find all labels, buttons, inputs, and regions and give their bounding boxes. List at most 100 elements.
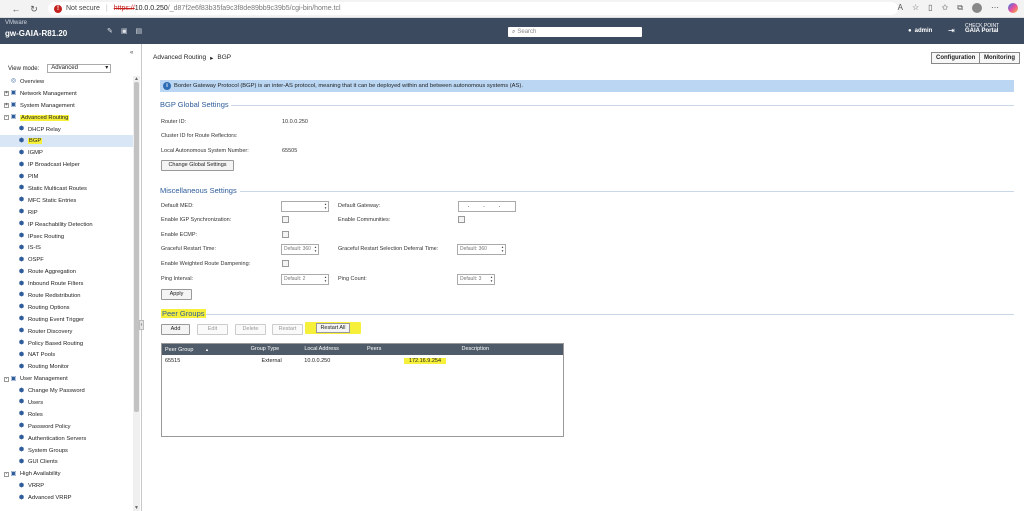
expand-toggle-icon[interactable]: +	[4, 91, 9, 97]
column-header-group-type[interactable]: Group Type	[248, 344, 302, 355]
sidebar-item-routing-event-trigger[interactable]: ⬢ Routing Event Trigger	[0, 314, 133, 326]
splitter-handle[interactable]: ‹	[139, 320, 144, 330]
sidebar-item-vrrp[interactable]: ⬢ VRRP	[0, 480, 133, 492]
sidebar-item-advanced-vrrp[interactable]: ⬢ Advanced VRRP	[0, 492, 133, 504]
sidebar-item-ipsec-routing[interactable]: ⬢ IPsec Routing	[0, 231, 133, 243]
sidebar-item-password-policy[interactable]: ⬢ Password Policy	[0, 421, 133, 433]
sidebar-item-system-groups[interactable]: ⬢ System Groups	[0, 445, 133, 457]
sidebar-item-routing-options[interactable]: ⬢ Routing Options	[0, 302, 133, 314]
monitoring-button[interactable]: Monitoring	[979, 52, 1020, 64]
edit-button[interactable]: Edit	[197, 324, 228, 335]
sidebar-item-high-availability[interactable]: - ▣ High Availability	[0, 468, 133, 480]
column-header-peer-group[interactable]: Peer Group ▲	[162, 344, 248, 355]
expand-toggle-icon[interactable]: -	[4, 376, 9, 382]
expand-toggle-icon[interactable]: -	[4, 471, 9, 477]
sidebar-item-route-redistribution[interactable]: ⬢ Route Redistribution	[0, 290, 133, 302]
sidebar-item-policy-based-routing[interactable]: ⬢ Policy Based Routing	[0, 338, 133, 350]
sidebar-item-router-discovery[interactable]: ⬢ Router Discovery	[0, 326, 133, 338]
change-global-settings-button[interactable]: Change Global Settings	[161, 160, 234, 171]
sidebar-item-ip-reachability-detection[interactable]: ⬢ IP Reachability Detection	[0, 219, 133, 231]
igp-sync-checkbox[interactable]	[282, 216, 289, 223]
column-header-peers[interactable]: Peers	[364, 344, 459, 355]
split-screen-icon[interactable]: ▯	[928, 3, 932, 13]
sidebar-item-routing-monitor[interactable]: ⬢ Routing Monitor	[0, 361, 133, 373]
hostname: gw-GAIA-R81.20	[5, 29, 68, 38]
column-header-local-address[interactable]: Local Address	[301, 344, 364, 355]
communities-checkbox[interactable]	[458, 216, 465, 223]
favorite-icon[interactable]: ☆	[912, 3, 919, 13]
ping-interval-label: Ping Interval:	[161, 276, 194, 282]
user-menu[interactable]: ● admin	[908, 28, 932, 34]
expand-toggle-icon[interactable]: +	[4, 103, 9, 109]
sidebar-item-label: GUI Clients	[28, 459, 58, 466]
add-button[interactable]: Add	[161, 324, 190, 335]
sidebar-item-user-management[interactable]: - ▣ User Management	[0, 373, 133, 385]
info-icon: i	[163, 82, 171, 90]
folder-icon: ▣	[10, 90, 17, 97]
default-med-input[interactable]	[281, 201, 329, 212]
search-input[interactable]: ⌕ Search	[508, 27, 642, 37]
logout-icon[interactable]: ⇥	[948, 26, 955, 35]
column-header-description[interactable]: Description	[459, 344, 563, 355]
favorites-icon[interactable]: ✩	[942, 3, 949, 13]
sidebar-item-inbound-route-filters[interactable]: ⬢ Inbound Route Filters	[0, 278, 133, 290]
back-icon[interactable]: ←	[10, 3, 22, 15]
sidebar-item-change-my-password[interactable]: ⬢ Change My Password	[0, 385, 133, 397]
breadcrumb-arrow-icon: ▸	[210, 55, 214, 62]
default-gateway-input[interactable]: . . .	[458, 201, 516, 212]
table-row[interactable]: 65515 External 10.0.0.250 172.16.9.254	[162, 355, 563, 368]
cell-peers: 172.16.9.254	[403, 358, 447, 364]
sidebar-item-mfc-static-entries[interactable]: ⬢ MFC Static Entries	[0, 195, 133, 207]
reload-icon[interactable]: ↻	[28, 3, 40, 15]
collections-icon[interactable]: ⧉	[957, 3, 963, 13]
profile-avatar[interactable]	[972, 3, 982, 13]
graceful-restart-input[interactable]: Default: 360	[281, 244, 319, 255]
page-icon: ⬢	[18, 494, 25, 501]
sidebar-item-dhcp-relay[interactable]: ⬢ DHCP Relay	[0, 124, 133, 136]
sidebar-item-static-multicast-routes[interactable]: ⬢ Static Multicast Routes	[0, 183, 133, 195]
restart-all-button[interactable]: Restart All	[305, 322, 361, 334]
delete-button[interactable]: Delete	[235, 324, 266, 335]
sidebar-scrollbar[interactable]: ▲ ▼	[133, 76, 140, 511]
sidebar-item-pim[interactable]: ⬢ PIM	[0, 171, 133, 183]
ping-count-input[interactable]: Default: 3	[457, 274, 495, 285]
sidebar-item-bgp[interactable]: ⬢ BGP	[0, 135, 133, 148]
collapse-sidebar-icon[interactable]: «	[130, 50, 133, 56]
sidebar-item-authentication-servers[interactable]: ⬢ Authentication Servers	[0, 433, 133, 445]
configuration-button[interactable]: Configuration	[931, 52, 981, 64]
view-mode-select[interactable]: Advanced	[47, 64, 112, 73]
scroll-down-icon[interactable]: ▼	[133, 505, 140, 511]
sidebar-item-label: High Availability	[20, 471, 61, 478]
sidebar-item-rip[interactable]: ⬢ RIP	[0, 207, 133, 219]
address-bar[interactable]: ! Not secure | https:// 10.0.0.250 /_d87…	[48, 2, 898, 15]
deferral-time-input[interactable]: Default: 360	[457, 244, 506, 255]
ping-interval-input[interactable]: Default: 2	[281, 274, 329, 285]
more-icon[interactable]: ⋯	[991, 3, 999, 13]
scroll-thumb[interactable]	[134, 82, 139, 412]
section-divider	[240, 191, 1014, 192]
sidebar-item-ip-broadcast-helper[interactable]: ⬢ IP Broadcast Helper	[0, 159, 133, 171]
document-icon[interactable]: ▤	[136, 27, 143, 35]
sidebar-item-ospf[interactable]: ⬢ OSPF	[0, 254, 133, 266]
dampening-checkbox[interactable]	[282, 260, 289, 267]
expand-toggle-icon[interactable]: -	[4, 115, 9, 121]
site-info-icon[interactable]: A	[898, 3, 903, 13]
apply-button[interactable]: Apply	[161, 289, 192, 300]
sidebar-item-overview[interactable]: ◎ Overview	[0, 76, 133, 88]
copilot-icon[interactable]	[1008, 3, 1018, 13]
ecmp-checkbox[interactable]	[282, 231, 289, 238]
sidebar-item-is-is[interactable]: ⬢ IS-IS	[0, 242, 133, 254]
breadcrumb-parent[interactable]: Advanced Routing	[153, 54, 206, 62]
terminal-icon[interactable]: ▣	[121, 27, 128, 35]
sidebar-item-route-aggregation[interactable]: ⬢ Route Aggregation	[0, 266, 133, 278]
sidebar-item-network-management[interactable]: + ▣ Network Management	[0, 88, 133, 100]
sidebar-item-igmp[interactable]: ⬢ IGMP	[0, 147, 133, 159]
sidebar-item-advanced-routing[interactable]: - ▣ Advanced Routing	[0, 112, 133, 124]
edit-icon[interactable]: ✎	[107, 27, 113, 35]
sidebar-item-roles[interactable]: ⬢ Roles	[0, 409, 133, 421]
sidebar-item-system-management[interactable]: + ▣ System Management	[0, 100, 133, 112]
sidebar-item-users[interactable]: ⬢ Users	[0, 397, 133, 409]
sidebar-item-nat-pools[interactable]: ⬢ NAT Pools	[0, 349, 133, 361]
restart-button[interactable]: Restart	[272, 324, 303, 335]
sidebar-item-gui-clients[interactable]: ⬢ GUI Clients	[0, 457, 133, 469]
